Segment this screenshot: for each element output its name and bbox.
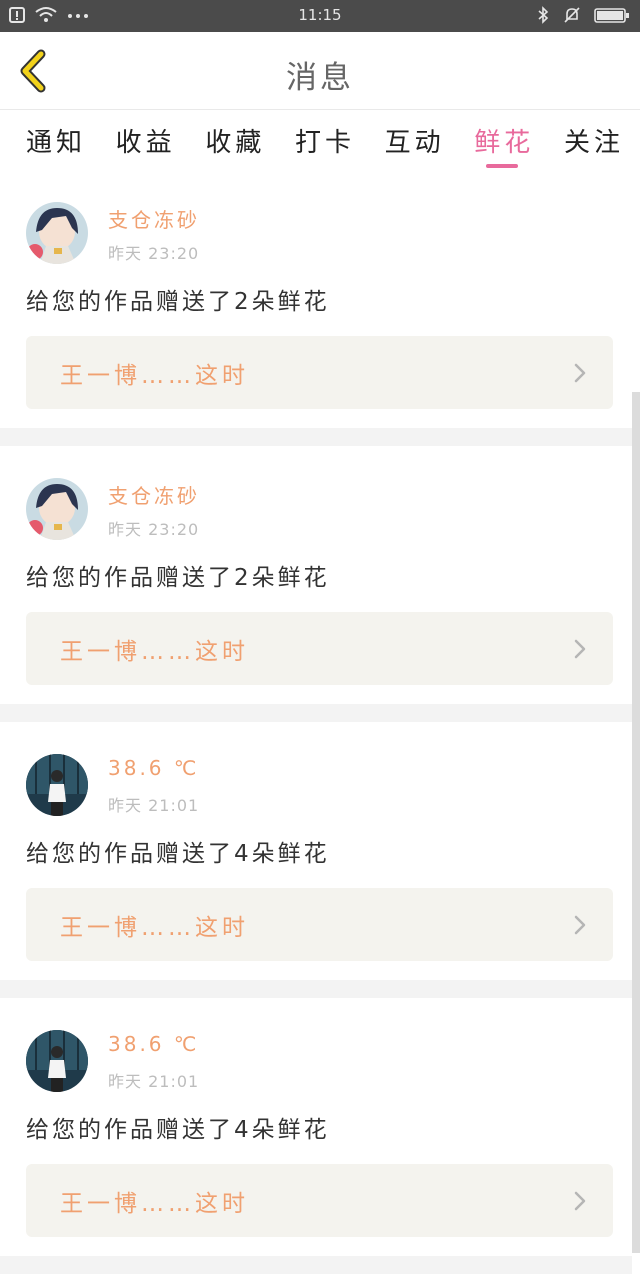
avatar[interactable] xyxy=(26,202,88,264)
card-divider xyxy=(0,428,632,446)
message-card: 支仓冻砂 昨天 23:20 给您的作品赠送了2朵鲜花 王一博……这时 xyxy=(0,170,632,428)
tab-label: 收藏 xyxy=(205,128,266,158)
header: 消息 xyxy=(0,32,640,110)
message-text: 给您的作品赠送了2朵鲜花 xyxy=(26,289,330,315)
avatar[interactable] xyxy=(26,1030,88,1092)
bluetooth-icon xyxy=(538,6,549,24)
avatar[interactable] xyxy=(26,754,88,816)
tab-bar: 通知 收益 收藏 打卡 互动 鲜花 关注 xyxy=(0,110,640,170)
tab-notifications[interactable]: 通知 xyxy=(26,110,86,170)
message-card: 38.6 ℃ 昨天 21:01 给您的作品赠送了4朵鲜花 王一博……这时 xyxy=(0,722,632,980)
message-time: 昨天 23:20 xyxy=(108,244,200,263)
tab-label: 互动 xyxy=(384,128,445,158)
tab-earnings[interactable]: 收益 xyxy=(116,110,176,170)
work-title: 王一博……这时 xyxy=(60,639,249,665)
avatar[interactable] xyxy=(26,478,88,540)
tab-label: 鲜花 xyxy=(474,128,535,158)
status-right-icons xyxy=(536,6,630,24)
chevron-right-icon xyxy=(574,915,586,935)
message-card: 38.6 ℃ 昨天 21:01 给您的作品赠送了4朵鲜花 王一博……这时 xyxy=(0,998,632,1256)
card-divider xyxy=(0,704,632,722)
anime-girl-avatar xyxy=(26,202,88,264)
sender-name[interactable]: 支仓冻砂 xyxy=(108,480,200,509)
tab-label: 通知 xyxy=(26,128,87,158)
chevron-right-icon xyxy=(574,639,586,659)
person-photo-avatar xyxy=(26,1030,88,1092)
message-text: 给您的作品赠送了2朵鲜花 xyxy=(26,565,330,591)
scrollbar[interactable] xyxy=(632,392,640,1253)
tab-interaction[interactable]: 互动 xyxy=(385,110,445,170)
work-link[interactable]: 王一博……这时 xyxy=(26,1164,613,1237)
work-title: 王一博……这时 xyxy=(60,1191,249,1217)
silent-bell-icon xyxy=(564,7,580,23)
message-list: 支仓冻砂 昨天 23:20 给您的作品赠送了2朵鲜花 王一博……这时 支仓冻砂 … xyxy=(0,170,632,1274)
person-photo-avatar xyxy=(26,754,88,816)
message-text: 给您的作品赠送了4朵鲜花 xyxy=(26,841,330,867)
work-title: 王一博……这时 xyxy=(60,363,249,389)
card-divider xyxy=(0,1256,632,1274)
battery-icon xyxy=(594,8,629,23)
tab-label: 关注 xyxy=(563,128,624,158)
work-title: 王一博……这时 xyxy=(60,915,249,941)
active-tab-indicator xyxy=(486,164,519,168)
chevron-right-icon xyxy=(574,363,586,383)
work-link[interactable]: 王一博……这时 xyxy=(26,336,613,409)
work-link[interactable]: 王一博……这时 xyxy=(26,888,613,961)
work-link[interactable]: 王一博……这时 xyxy=(26,612,613,685)
anime-girl-avatar xyxy=(26,478,88,540)
tab-following[interactable]: 关注 xyxy=(564,110,624,170)
tab-label: 收益 xyxy=(115,128,176,158)
tab-checkin[interactable]: 打卡 xyxy=(295,110,355,170)
tab-flowers[interactable]: 鲜花 xyxy=(474,110,534,170)
card-divider xyxy=(0,980,632,998)
status-bar: 11:15 xyxy=(0,0,640,32)
message-time: 昨天 23:20 xyxy=(108,520,200,539)
message-text: 给您的作品赠送了4朵鲜花 xyxy=(26,1117,330,1143)
page-title: 消息 xyxy=(286,60,354,96)
chevron-right-icon xyxy=(574,1191,586,1211)
tab-label: 打卡 xyxy=(294,128,355,158)
sender-name[interactable]: 38.6 ℃ xyxy=(108,1032,199,1056)
message-card: 支仓冻砂 昨天 23:20 给您的作品赠送了2朵鲜花 王一博……这时 xyxy=(0,446,632,704)
message-time: 昨天 21:01 xyxy=(108,796,200,815)
tab-favorites[interactable]: 收藏 xyxy=(205,110,265,170)
sender-name[interactable]: 支仓冻砂 xyxy=(108,204,200,233)
sender-name[interactable]: 38.6 ℃ xyxy=(108,756,199,780)
message-time: 昨天 21:01 xyxy=(108,1072,200,1091)
